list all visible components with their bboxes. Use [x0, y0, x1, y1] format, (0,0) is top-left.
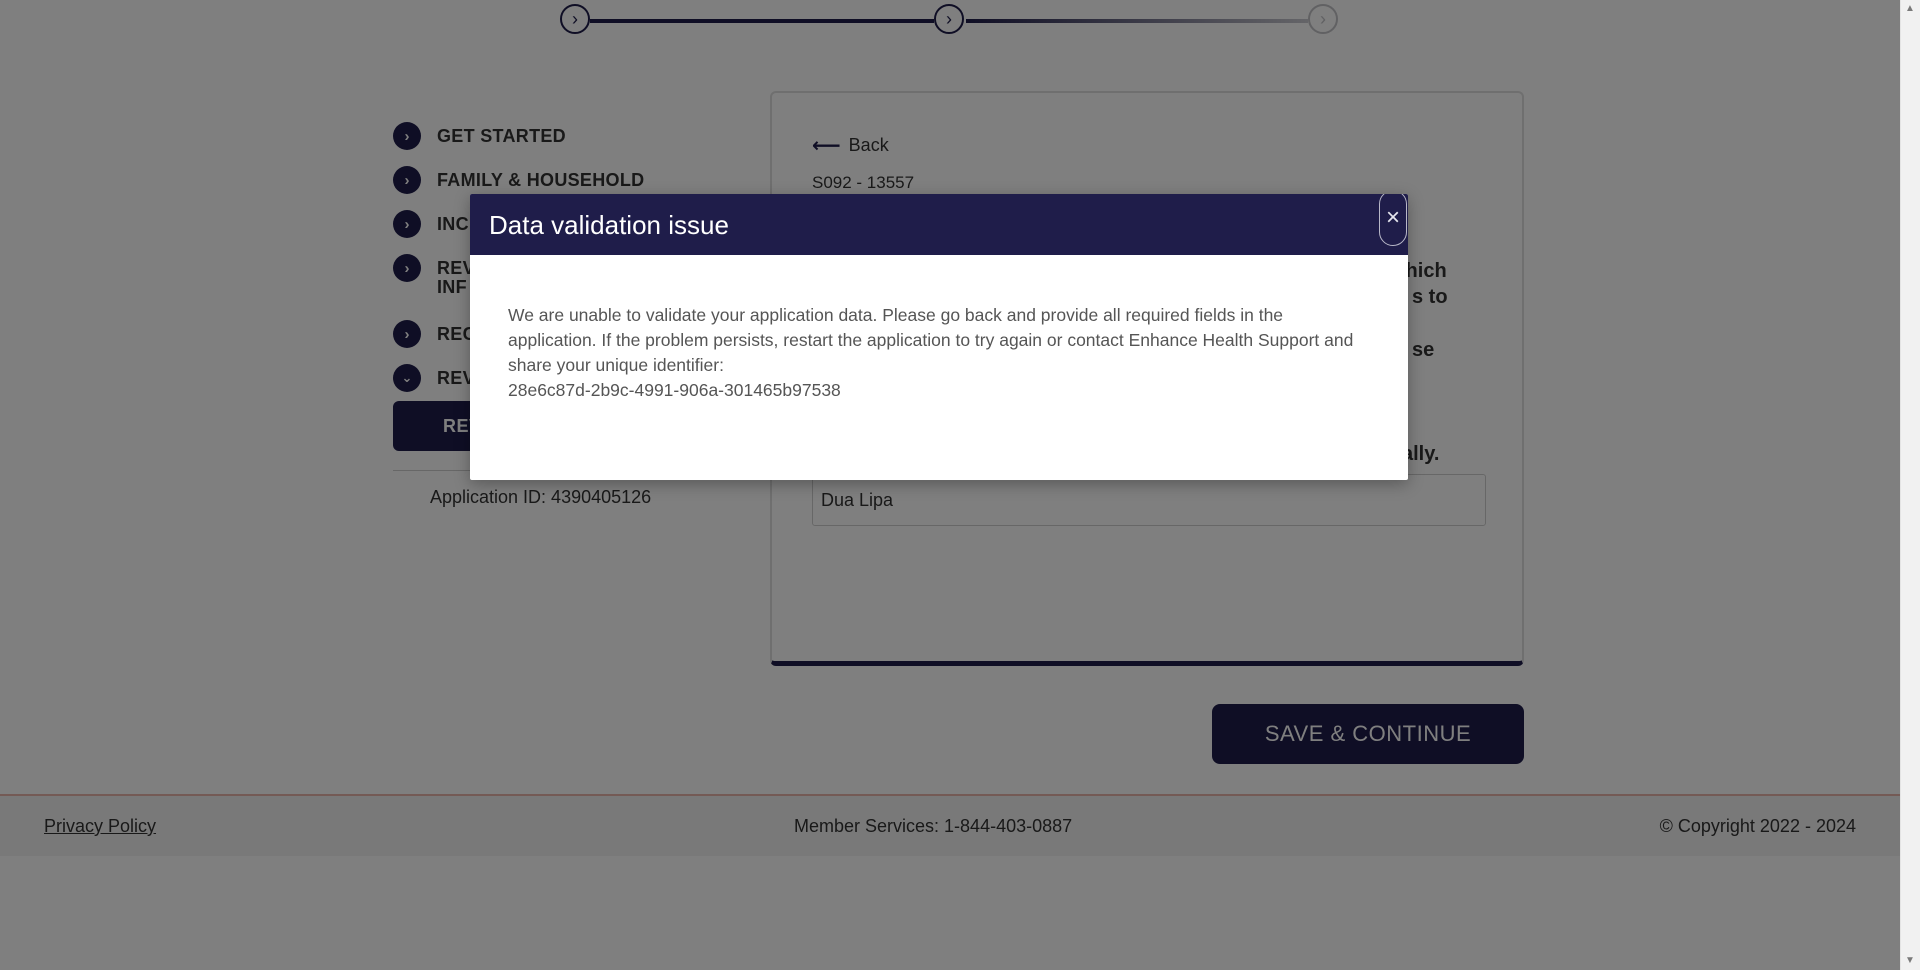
scroll-up-icon[interactable]: ▲	[1905, 4, 1915, 14]
modal-title: Data validation issue	[489, 210, 729, 240]
validation-modal: Data validation issue × We are unable to…	[470, 194, 1408, 480]
scrollbar[interactable]: ▲ ▼	[1900, 0, 1920, 970]
modal-body: We are unable to validate your applicati…	[470, 255, 1408, 403]
modal-message: We are unable to validate your applicati…	[508, 305, 1354, 375]
modal-header: Data validation issue ×	[470, 194, 1408, 255]
close-icon[interactable]: ×	[1379, 194, 1407, 246]
modal-backdrop[interactable]	[0, 0, 1900, 970]
unique-identifier: 28e6c87d-2b9c-4991-906a-301465b97538	[508, 380, 841, 400]
scroll-down-icon[interactable]: ▼	[1905, 956, 1915, 966]
